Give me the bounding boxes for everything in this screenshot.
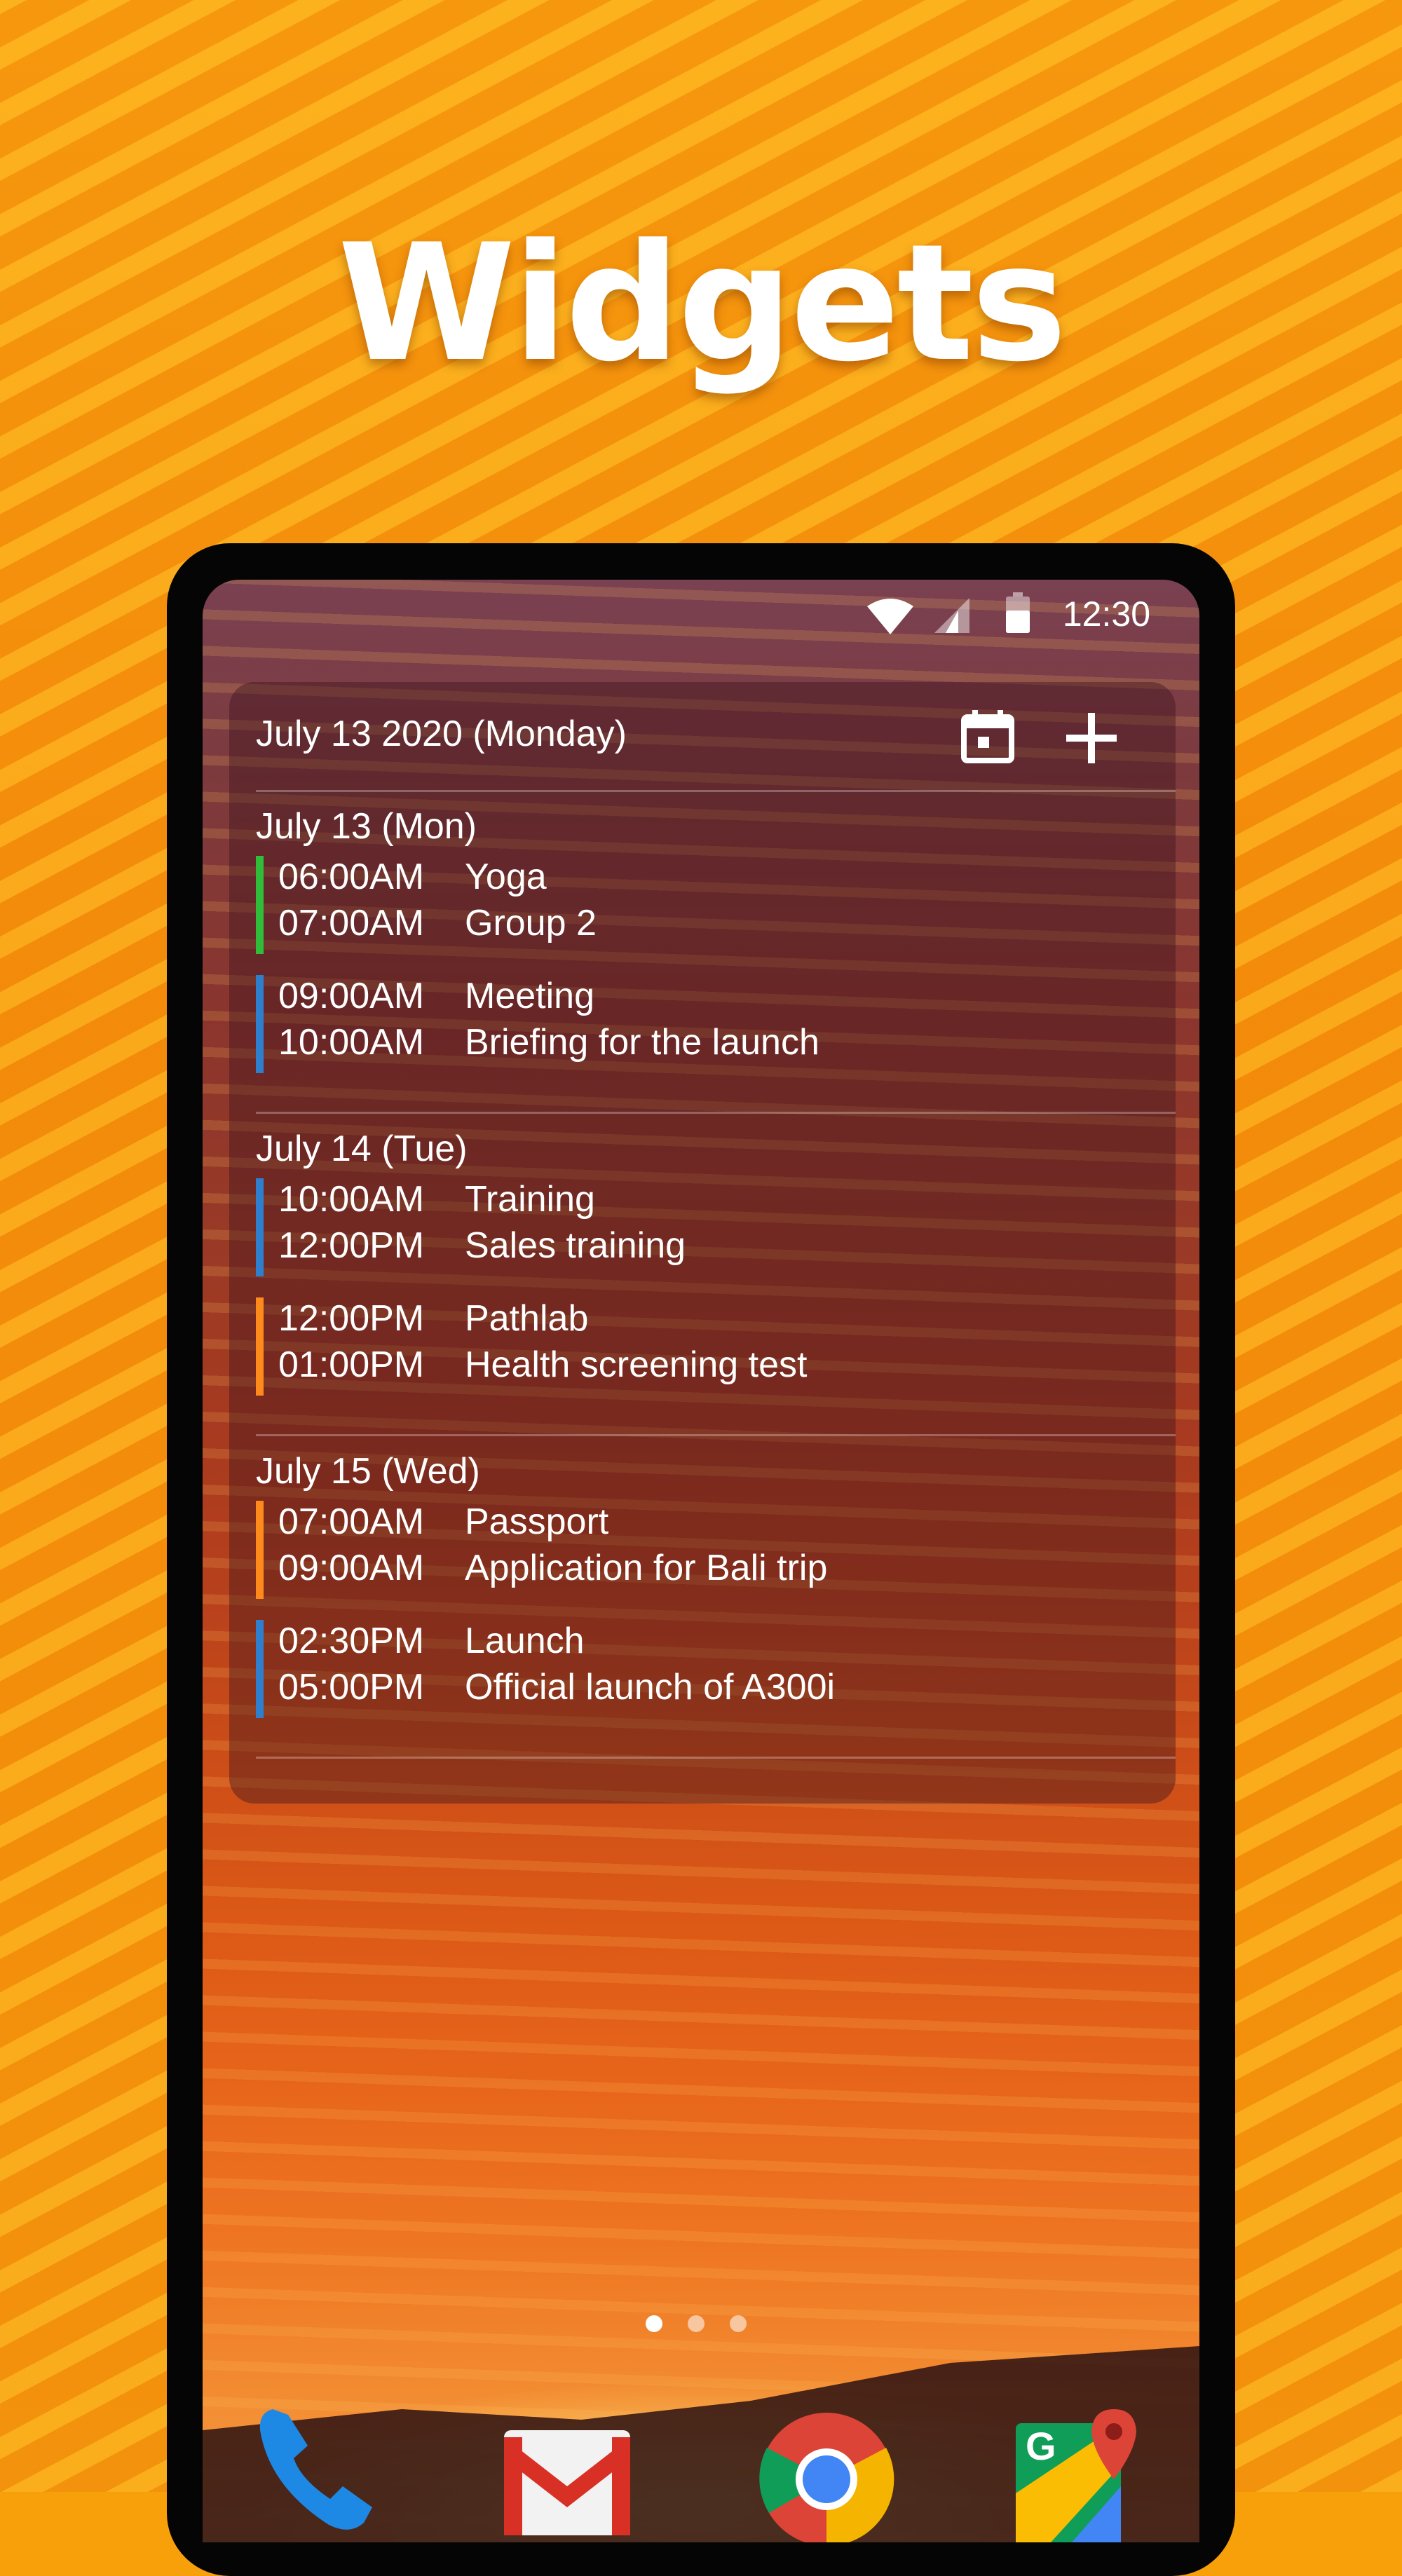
event-start-line: 02:30PM Launch [278,1620,585,1662]
event-detail: Health screening test [465,1344,808,1385]
event-start-line: 12:00PM Pathlab [278,1297,588,1340]
event-detail: Application for Bali trip [465,1548,828,1588]
event-start-line: 06:00AM Yoga [278,856,547,898]
event-end-time: 05:00PM [278,1667,425,1708]
calendar-widget[interactable]: July 13 2020 (Monday) July 13 (Mon) 06:0… [229,682,1176,1804]
event-start-line: 09:00AM Meeting [278,975,594,1017]
maps-icon[interactable]: G [1009,2402,1149,2542]
day-label: July 15 (Wed) [256,1451,480,1492]
event-end-time: 12:00PM [278,1225,425,1266]
signal-icon [934,598,969,633]
divider [256,790,1176,792]
event-start-time: 09:00AM [278,976,425,1016]
divider [256,1112,1176,1114]
day-section: July 14 (Tue) 10:00AM Training 12:00PM Sal… [229,1115,1176,1438]
event-title: Training [465,1179,595,1220]
event-start-time: 10:00AM [278,1179,425,1220]
event-color-bar [256,1178,264,1276]
page-dot[interactable] [688,2315,705,2332]
page-dot-active[interactable] [646,2315,662,2332]
status-bar: 12:30 [203,580,1199,643]
event-item[interactable]: 12:00PM Pathlab 01:00PM Health screening t… [256,1297,1167,1396]
event-title: Meeting [465,976,594,1016]
day-section: July 15 (Wed) 07:00AM Passport 09:00AM App… [229,1438,1176,1760]
battery-icon [1006,592,1030,633]
event-title: Passport [465,1501,609,1542]
event-end-time: 10:00AM [278,1022,425,1063]
status-time: 12:30 [1062,594,1150,634]
event-end-line: 05:00PM Official launch of A300i [278,1666,835,1708]
event-end-line: 09:00AM Application for Bali trip [278,1547,827,1589]
event-color-bar [256,1620,264,1718]
event-color-bar [256,1501,264,1599]
gmail-icon[interactable] [497,2402,637,2542]
event-end-time: 01:00PM [278,1344,425,1385]
wifi-icon [867,599,913,634]
event-item[interactable]: 02:30PM Launch 05:00PM Official launch of … [256,1620,1167,1718]
event-detail: Sales training [465,1225,686,1266]
event-item[interactable]: 07:00AM Passport 09:00AM Application for B… [256,1501,1167,1599]
event-start-line: 10:00AM Training [278,1178,595,1220]
divider [256,1757,1176,1759]
widget-header-date[interactable]: July 13 2020 (Monday) [256,713,627,755]
page-dot[interactable] [730,2315,747,2332]
event-end-line: 01:00PM Health screening test [278,1344,808,1386]
phone-screen: 12:30 July 13 2020 (Monday) July 13 (Mon… [203,580,1199,2542]
event-end-time: 07:00AM [278,903,425,943]
event-detail: Group 2 [465,903,597,943]
app-dock: G [203,2402,1199,2542]
svg-text:G: G [1026,2424,1056,2468]
event-title: Pathlab [465,1298,589,1339]
event-end-line: 12:00PM Sales training [278,1225,686,1267]
widget-header: July 13 2020 (Monday) [229,682,1176,787]
event-end-line: 10:00AM Briefing for the launch [278,1021,819,1063]
event-end-time: 09:00AM [278,1548,425,1588]
event-start-line: 07:00AM Passport [278,1501,608,1543]
event-item[interactable]: 09:00AM Meeting 10:00AM Briefing for the l… [256,975,1167,1073]
add-event-button[interactable] [1062,709,1121,768]
event-color-bar [256,975,264,1073]
event-title: Launch [465,1621,585,1661]
event-start-time: 02:30PM [278,1621,425,1661]
event-item[interactable]: 06:00AM Yoga 07:00AM Group 2 [256,856,1167,954]
day-label: July 13 (Mon) [256,806,477,847]
event-end-line: 07:00AM Group 2 [278,902,597,944]
day-section: July 13 (Mon) 06:00AM Yoga 07:00AM Group 2… [229,793,1176,1115]
event-color-bar [256,856,264,954]
calendar-icon[interactable] [960,709,1016,765]
divider [256,1434,1176,1436]
phone-icon[interactable] [252,2402,392,2542]
day-label: July 14 (Tue) [256,1129,468,1169]
page-indicator [646,2315,758,2336]
event-detail: Official launch of A300i [465,1667,836,1708]
event-detail: Briefing for the launch [465,1022,819,1063]
headline: Widgets [337,210,1068,397]
event-item[interactable]: 10:00AM Training 12:00PM Sales training [256,1178,1167,1276]
event-title: Yoga [465,857,547,897]
event-start-time: 07:00AM [278,1501,425,1542]
event-start-time: 12:00PM [278,1298,425,1339]
event-start-time: 06:00AM [278,857,425,897]
event-color-bar [256,1297,264,1396]
chrome-icon[interactable] [756,2402,897,2542]
